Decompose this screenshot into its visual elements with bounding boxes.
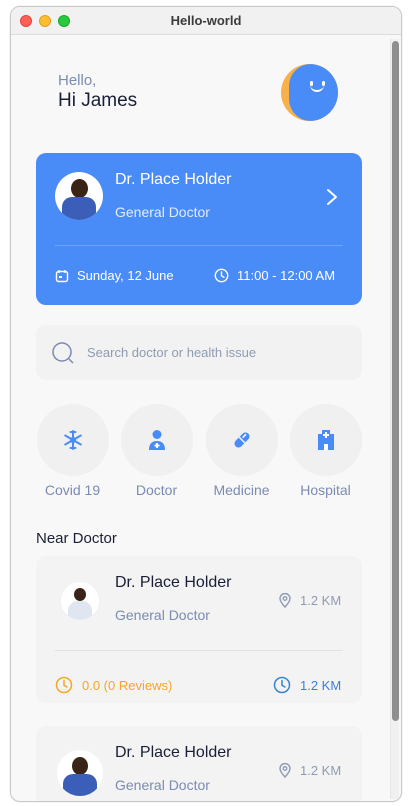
scrollbar-thumb[interactable]	[392, 41, 399, 721]
greeting: Hello, Hi James	[58, 72, 137, 112]
appointment-divider	[55, 245, 343, 246]
doctor-distance: 1.2 KM	[279, 593, 341, 608]
app-window: Hello-world Hello, Hi James Dr. Place Ho…	[10, 6, 402, 802]
calendar-icon	[55, 269, 69, 282]
appointment-time: 11:00 - 12:00 AM	[214, 268, 335, 283]
search-bar[interactable]: Search doctor or health issue	[36, 325, 362, 380]
category-doctor[interactable]: Doctor	[120, 404, 193, 498]
doctor-distance-text: 1.2 KM	[300, 593, 342, 608]
category-covid-19[interactable]: Covid 19	[36, 404, 109, 498]
clock-icon	[273, 676, 291, 694]
doctor-distance: 1.2 KM	[279, 763, 341, 778]
location-pin-icon	[279, 593, 291, 608]
user-avatar[interactable]	[281, 64, 338, 121]
doctor-rating-text: 0.0 (0 Reviews)	[82, 677, 173, 693]
vertical-scrollbar[interactable]	[390, 39, 399, 799]
doctor-distance-text: 1.2 KM	[300, 763, 342, 778]
near-doctor-card[interactable]: Dr. Place Holder General Doctor 1.2 KM	[36, 726, 362, 801]
doctor-role: General Doctor	[115, 607, 210, 623]
window-title: Hello-world	[170, 13, 242, 28]
category-label: Medicine	[213, 482, 270, 498]
appointment-time-text: 11:00 - 12:00 AM	[237, 268, 336, 283]
pill-icon	[233, 432, 250, 448]
category-label: Doctor	[135, 482, 178, 498]
doctor-time-distance-text: 1.2 KM	[300, 677, 342, 693]
doctor-icon	[148, 430, 165, 450]
doctor-name: Dr. Place Holder	[115, 744, 232, 761]
category-medicine[interactable]: Medicine	[205, 404, 278, 498]
near-doctor-card[interactable]: Dr. Place Holder General Doctor 1.2 KM 0…	[36, 556, 362, 703]
near-doctor-title: Near Doctor	[36, 530, 117, 547]
doctor-avatar	[61, 582, 99, 620]
search-icon	[52, 341, 74, 364]
appointment-date: Sunday, 12 June	[55, 268, 174, 283]
chevron-right-icon[interactable]	[325, 187, 339, 207]
clock-icon	[55, 676, 73, 694]
doctor-name: Dr. Place Holder	[115, 574, 232, 591]
search-input[interactable]: Search doctor or health issue	[87, 345, 256, 360]
virus-icon	[63, 430, 82, 450]
title-bar: Hello-world	[11, 7, 401, 35]
clock-icon	[214, 268, 229, 283]
category-hospital[interactable]: Hospital	[289, 404, 362, 498]
appointment-card[interactable]: Dr. Place Holder General Doctor Sunday, …	[36, 153, 362, 305]
appointment-doctor-role: General Doctor	[115, 204, 210, 220]
main-content: Hello, Hi James Dr. Place Holder General…	[11, 36, 391, 801]
doctor-time-distance: 1.2 KM	[273, 676, 341, 694]
greeting-name: Hi James	[58, 90, 138, 111]
minimize-window-button[interactable]	[39, 15, 51, 27]
appointment-date-text: Sunday, 12 June	[77, 268, 174, 283]
close-window-button[interactable]	[20, 15, 32, 27]
greeting-hello: Hello,	[58, 72, 97, 89]
category-label: Covid 19	[44, 482, 101, 498]
hospital-icon	[317, 430, 334, 450]
doctor-role: General Doctor	[115, 777, 210, 793]
doctor-rating: 0.0 (0 Reviews)	[55, 676, 172, 694]
doctor-avatar	[55, 172, 103, 220]
card-divider	[55, 650, 343, 651]
category-label: Hospital	[300, 482, 351, 498]
zoom-window-button[interactable]	[58, 15, 70, 27]
appointment-doctor-name: Dr. Place Holder	[115, 171, 232, 188]
location-pin-icon	[279, 763, 291, 778]
category-row: Covid 19 Doctor Medicine Hospital	[36, 404, 362, 504]
doctor-avatar	[57, 750, 103, 796]
